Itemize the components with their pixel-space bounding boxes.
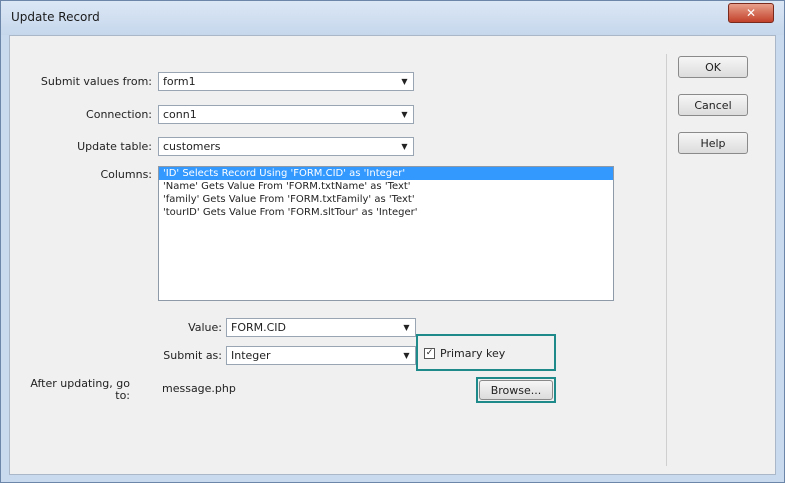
cancel-button[interactable]: Cancel — [678, 94, 748, 116]
after-updating-value[interactable]: message.php — [162, 382, 236, 395]
list-item[interactable]: 'family' Gets Value From 'FORM.txtFamily… — [159, 193, 613, 206]
connection-select[interactable]: conn1 ▼ — [158, 105, 414, 124]
browse-button[interactable]: Browse... — [479, 380, 553, 400]
ok-button[interactable]: OK — [678, 56, 748, 78]
chevron-down-icon: ▼ — [401, 110, 408, 119]
submit-values-from-value: form1 — [163, 75, 196, 88]
dialog-title: Update Record — [11, 10, 100, 24]
update-table-select[interactable]: customers ▼ — [158, 137, 414, 156]
list-item[interactable]: 'Name' Gets Value From 'FORM.txtName' as… — [159, 180, 613, 193]
chevron-down-icon: ▼ — [401, 77, 408, 86]
dialog-body: Submit values from: form1 ▼ Connection: … — [9, 35, 776, 475]
check-icon: ✓ — [425, 348, 434, 358]
connection-label: Connection: — [86, 108, 152, 121]
browse-button-label: Browse... — [490, 383, 542, 397]
columns-listbox[interactable]: 'ID' Selects Record Using 'FORM.CID' as … — [158, 166, 614, 301]
submit-as-select[interactable]: Integer ▼ — [226, 346, 416, 365]
list-item[interactable]: 'ID' Selects Record Using 'FORM.CID' as … — [159, 167, 613, 180]
title-bar: Update Record ✕ — [1, 1, 784, 35]
chevron-down-icon: ▼ — [403, 351, 410, 360]
primary-key-checkbox[interactable]: ✓ — [424, 348, 435, 359]
connection-value: conn1 — [163, 108, 197, 121]
close-icon: ✕ — [745, 6, 757, 20]
update-table-label: Update table: — [77, 140, 152, 153]
cancel-button-label: Cancel — [694, 98, 732, 112]
button-column-divider — [666, 54, 667, 466]
submit-as-label: Submit as: — [163, 349, 222, 362]
value-value: FORM.CID — [231, 321, 287, 334]
chevron-down-icon: ▼ — [401, 142, 408, 151]
update-table-value: customers — [163, 140, 221, 153]
close-button[interactable]: ✕ — [728, 3, 774, 23]
help-button[interactable]: Help — [678, 132, 748, 154]
value-select[interactable]: FORM.CID ▼ — [226, 318, 416, 337]
ok-button-label: OK — [705, 60, 721, 74]
submit-as-value: Integer — [231, 349, 271, 362]
primary-key-label: Primary key — [440, 347, 506, 360]
chevron-down-icon: ▼ — [403, 323, 410, 332]
submit-values-from-label: Submit values from: — [40, 75, 152, 88]
submit-values-from-select[interactable]: form1 ▼ — [158, 72, 414, 91]
value-label: Value: — [188, 321, 222, 334]
help-button-label: Help — [700, 136, 726, 150]
after-updating-label: After updating, go to: — [30, 377, 130, 402]
list-item[interactable]: 'tourID' Gets Value From 'FORM.sltTour' … — [159, 206, 613, 219]
update-record-dialog: Update Record ✕ Submit values from: form… — [0, 0, 785, 483]
columns-label: Columns: — [100, 168, 152, 181]
